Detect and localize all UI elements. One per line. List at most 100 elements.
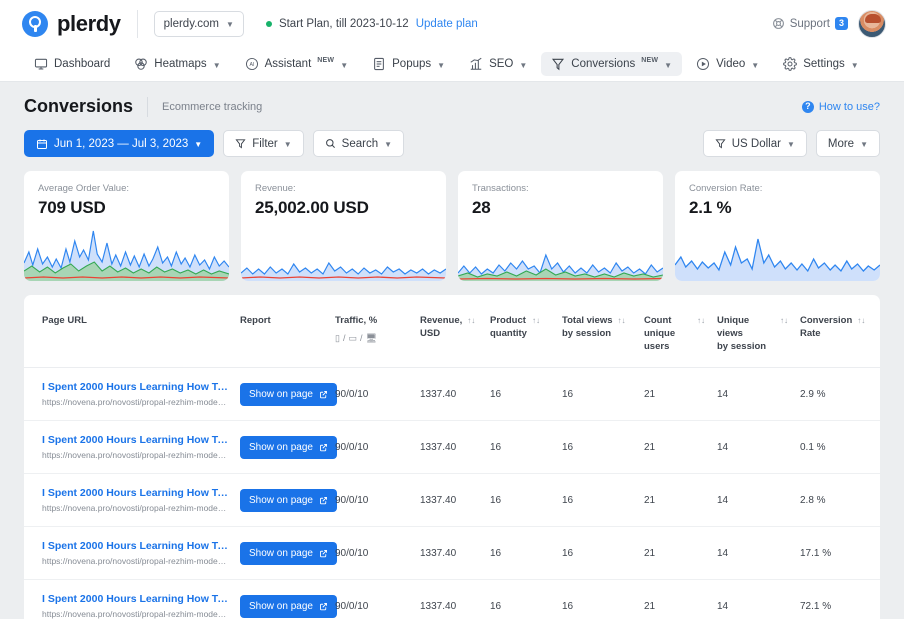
sort-icon[interactable]: ↑↓ (618, 316, 626, 326)
update-plan-link[interactable]: Update plan (416, 18, 478, 30)
chevron-down-icon: ▼ (340, 61, 348, 70)
nav-item-heatmaps[interactable]: Heatmaps ▼ (124, 52, 230, 76)
cell-conversion-rate: 2.9 % (794, 368, 880, 421)
external-link-icon (319, 390, 328, 399)
column-total-views[interactable]: Total viewsby session ↑↓ (556, 295, 638, 368)
search-label: Search (342, 138, 378, 150)
show-on-page-button[interactable]: Show on page (240, 542, 337, 565)
currency-selector[interactable]: US Dollar ▼ (703, 130, 807, 157)
cell-report: Show on page (234, 580, 329, 619)
page-url-title[interactable]: I Spent 2000 Hours Learning How To Learn… (42, 434, 228, 446)
cell-revenue: 1337.40 (414, 474, 484, 527)
funnel-icon (715, 138, 726, 149)
show-on-page-button[interactable]: Show on page (240, 383, 337, 406)
status-dot-icon (266, 21, 272, 27)
column-revenue[interactable]: Revenue,USD ↑↓ (414, 295, 484, 368)
chevron-down-icon: ▼ (384, 140, 392, 149)
plan-label: Start Plan, till 2023-10-12 (279, 18, 409, 30)
document-icon (372, 57, 386, 71)
support-button[interactable]: Support 3 (772, 17, 848, 31)
column-traffic[interactable]: Traffic, % ▯/ ▭/ 🖥 (329, 295, 414, 368)
column-report[interactable]: Report (234, 295, 329, 368)
main-nav: Dashboard Heatmaps ▼ AI Assistant NEW ▼ … (0, 47, 904, 82)
nav-item-settings[interactable]: Settings ▼ (773, 52, 868, 76)
table-row[interactable]: I Spent 2000 Hours Learning How To Learn… (24, 474, 880, 527)
column-product-quantity[interactable]: Productquantity ↑↓ (484, 295, 556, 368)
play-icon (696, 57, 710, 71)
metric-label: Conversion Rate: (675, 171, 880, 194)
column-label-line1: Count unique (644, 315, 675, 339)
show-on-page-button[interactable]: Show on page (240, 595, 337, 618)
cell-page-url: I Spent 2000 Hours Learning How To Learn… (24, 580, 234, 619)
plerdy-logo-icon (22, 11, 48, 37)
nav-item-seo[interactable]: SEO ▼ (459, 52, 537, 76)
table-row[interactable]: I Spent 2000 Hours Learning How To Learn… (24, 527, 880, 580)
nav-label: Popups (392, 58, 431, 70)
top-bar: plerdy plerdy.com ▼ Start Plan, till 202… (0, 0, 904, 47)
metric-label: Transactions: (458, 171, 663, 194)
page-url-title[interactable]: I Spent 2000 Hours Learning How To Learn… (42, 381, 228, 393)
column-label-line1: Revenue, (420, 315, 462, 326)
table-header: Page URL Report Traffic, % ▯/ ▭/ 🖥 (24, 295, 880, 368)
sparkline-chart (24, 219, 229, 281)
nav-item-assistant[interactable]: AI Assistant NEW ▼ (235, 52, 359, 76)
nav-item-popups[interactable]: Popups ▼ (362, 52, 455, 76)
cell-unique-users: 21 (638, 368, 711, 421)
column-page-url[interactable]: Page URL (24, 295, 234, 368)
sort-icon[interactable]: ↑↓ (857, 316, 865, 326)
page-url-title[interactable]: I Spent 2000 Hours Learning How To Learn… (42, 593, 228, 605)
new-badge: NEW (641, 57, 658, 64)
nav-item-video[interactable]: Video ▼ (686, 52, 769, 76)
page-header-top: Conversions Ecommerce tracking ? How to … (24, 96, 880, 117)
date-range-picker[interactable]: Jun 1, 2023 — Jul 3, 2023 ▼ (24, 130, 214, 157)
question-mark-icon: ? (802, 101, 814, 113)
new-badge: NEW (317, 57, 334, 64)
page-url-link: https://novena.pro/novosti/propal-rezhim… (42, 397, 228, 407)
cell-conversion-rate: 72.1 % (794, 580, 880, 619)
sort-icon[interactable]: ↑↓ (697, 316, 705, 326)
brand-name: plerdy (57, 11, 121, 37)
chevron-down-icon: ▼ (751, 61, 759, 70)
cell-unique-views: 14 (711, 527, 794, 580)
sparkline-chart (675, 219, 880, 281)
sort-icon[interactable]: ↑↓ (467, 316, 475, 326)
cell-total-views: 16 (556, 368, 638, 421)
column-conversion-rate[interactable]: ConversionRate ↑↓ (794, 295, 880, 368)
show-on-page-button[interactable]: Show on page (240, 489, 337, 512)
table-row[interactable]: I Spent 2000 Hours Learning How To Learn… (24, 368, 880, 421)
page-subtitle: Ecommerce tracking (162, 101, 262, 113)
chevron-down-icon: ▼ (213, 61, 221, 70)
chevron-down-icon: ▼ (194, 140, 202, 149)
how-to-use-link[interactable]: ? How to use? (802, 101, 880, 113)
brand-logo[interactable]: plerdy (22, 11, 121, 37)
nav-item-conversions[interactable]: Conversions NEW ▼ (541, 52, 682, 76)
page-url-title[interactable]: I Spent 2000 Hours Learning How To Learn… (42, 487, 228, 499)
cell-product-quantity: 16 (484, 527, 556, 580)
sparkline-chart (458, 219, 663, 281)
site-selector[interactable]: plerdy.com ▼ (154, 11, 244, 37)
page-url-title[interactable]: I Spent 2000 Hours Learning How To Learn… (42, 540, 228, 552)
monitor-icon (34, 57, 48, 71)
sort-icon[interactable]: ↑↓ (532, 316, 540, 326)
cell-page-url: I Spent 2000 Hours Learning How To Learn… (24, 474, 234, 527)
column-unique-views[interactable]: Unique viewsby session ↑↓ (711, 295, 794, 368)
cell-page-url: I Spent 2000 Hours Learning How To Learn… (24, 421, 234, 474)
metric-value: 2.1 % (675, 194, 880, 218)
column-count-unique-users[interactable]: Count uniqueusers ↑↓ (638, 295, 711, 368)
filter-button[interactable]: Filter ▼ (223, 130, 303, 157)
page-url-link: https://novena.pro/novosti/propal-rezhim… (42, 556, 228, 566)
data-table: Page URL Report Traffic, % ▯/ ▭/ 🖥 (24, 295, 880, 619)
avatar[interactable] (858, 10, 886, 38)
funnel-icon (235, 138, 246, 149)
show-on-page-button[interactable]: Show on page (240, 436, 337, 459)
venn-icon (134, 57, 148, 71)
table-row[interactable]: I Spent 2000 Hours Learning How To Learn… (24, 421, 880, 474)
nav-item-dashboard[interactable]: Dashboard (24, 52, 120, 76)
more-button[interactable]: More ▼ (816, 130, 880, 157)
table-row[interactable]: I Spent 2000 Hours Learning How To Learn… (24, 580, 880, 619)
search-button[interactable]: Search ▼ (313, 130, 404, 157)
sort-icon[interactable]: ↑↓ (780, 316, 788, 326)
column-label: Page URL (42, 315, 87, 328)
metric-card-average-order-value: Average Order Value: 709 USD (24, 171, 229, 281)
cell-traffic: 90/0/10 (329, 580, 414, 619)
